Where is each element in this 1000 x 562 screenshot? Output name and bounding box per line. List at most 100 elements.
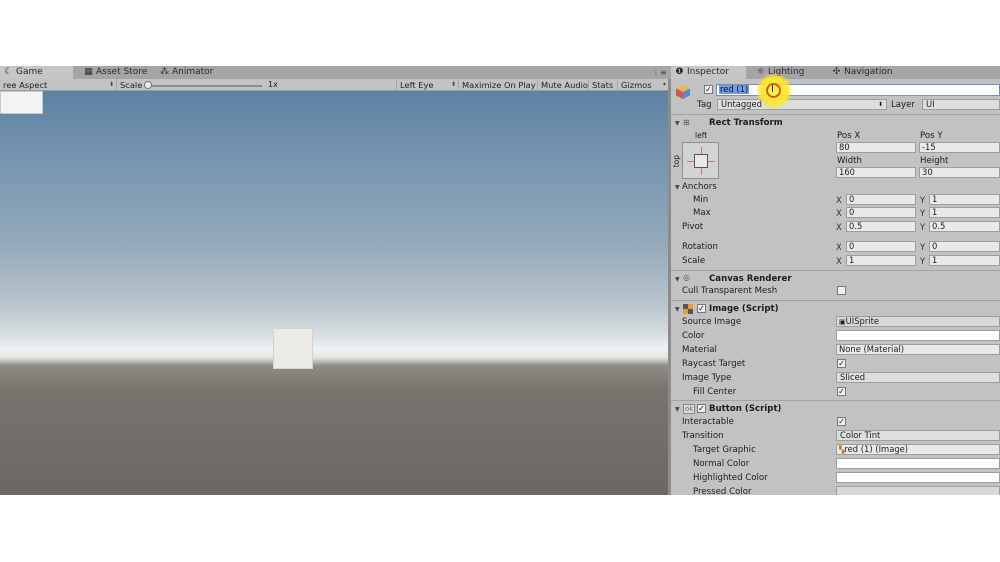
tab-game[interactable]: ☾ Game — [0, 66, 73, 79]
target-graphic-field[interactable]: ▚red (1) (Image) — [836, 444, 1000, 455]
pressed-color-field[interactable] — [836, 486, 1000, 495]
height-field[interactable]: 30 — [919, 167, 1000, 178]
height-label: Height — [920, 156, 949, 166]
pressed-color-label: Pressed Color — [693, 487, 752, 495]
normal-color-label: Normal Color — [693, 459, 750, 469]
tab-animator[interactable]: ⁂ Animator — [156, 66, 226, 79]
eye-dropdown[interactable]: Left Eye ⬍ — [396, 79, 458, 91]
interactable-label: Interactable — [682, 417, 734, 427]
scale-slider-handle[interactable] — [144, 81, 152, 89]
rotation-x-field[interactable]: 0 — [846, 241, 916, 252]
source-image-field[interactable]: ▣UISprite — [836, 316, 1000, 327]
pivot-x-axis-label: X — [836, 222, 842, 232]
scale-y-axis-label: Y — [920, 256, 926, 266]
animator-icon: ⁂ — [160, 67, 169, 77]
pos-y-label: Pos Y — [920, 131, 943, 141]
transition-label: Transition — [682, 431, 724, 441]
rotation-x-axis-label: X — [836, 242, 842, 252]
sprite-icon: ▣ — [839, 318, 846, 326]
scale-slider-track[interactable] — [148, 85, 262, 87]
layer-dropdown[interactable]: UI — [922, 99, 1000, 110]
scale-x-field[interactable]: 1 — [846, 255, 916, 266]
anchor-min-x-field[interactable]: 0 — [846, 194, 916, 205]
tab-navigation[interactable]: ✣ Navigation — [828, 66, 913, 79]
image-type-dropdown[interactable]: Sliced — [836, 372, 1000, 383]
scale-x-axis-label: X — [836, 256, 842, 266]
active-checkbox[interactable]: ✓ — [704, 85, 713, 94]
anchors-label: Anchors — [682, 182, 717, 192]
normal-color-field[interactable] — [836, 458, 1000, 469]
material-field[interactable]: None (Material) — [836, 344, 1000, 355]
highlighted-color-field[interactable] — [836, 472, 1000, 483]
text-cursor-icon: I — [771, 84, 774, 95]
foldout-arrow-icon[interactable]: ▼ — [675, 120, 680, 127]
game-toolbar: ree Aspect ⬍ Scale 1x Left Eye ⬍ Maximize … — [0, 79, 668, 91]
scale-label: Scale — [120, 80, 143, 90]
tag-dropdown[interactable]: Untagged ⬍ — [717, 99, 887, 110]
maximize-on-play-toggle[interactable]: Maximize On Play — [458, 79, 537, 91]
scale-y-field[interactable]: 1 — [929, 255, 1000, 266]
pos-x-label: Pos X — [837, 131, 861, 141]
min-x-axis-label: X — [836, 195, 842, 205]
fill-center-checkbox[interactable]: ✓ — [837, 387, 846, 396]
foldout-arrow-icon[interactable]: ▼ — [675, 406, 680, 413]
separator — [671, 114, 1000, 115]
gizmos-dropdown[interactable]: Gizmos ▾ — [617, 79, 668, 91]
anchors-foldout-icon[interactable]: ▼ — [675, 184, 680, 191]
color-field[interactable] — [836, 330, 1000, 341]
pivot-y-field[interactable]: 0.5 — [929, 221, 1000, 232]
image-component-icon — [683, 304, 693, 314]
button-enabled-checkbox[interactable]: ✓ — [697, 404, 706, 413]
aspect-dropdown[interactable]: ree Aspect ⬍ — [0, 79, 116, 91]
stats-toggle[interactable]: Stats — [588, 79, 617, 91]
canvas-renderer-title[interactable]: Canvas Renderer — [709, 274, 792, 284]
image-script-title[interactable]: Image (Script) — [709, 304, 779, 314]
separator — [671, 270, 1000, 271]
width-label: Width — [837, 156, 862, 166]
color-label: Color — [682, 331, 705, 341]
dropdown-arrow-icon: ▾ — [662, 81, 666, 88]
game-controller-icon: ☾ — [4, 67, 13, 77]
separator — [671, 300, 1000, 301]
highlighted-color-label: Highlighted Color — [693, 473, 768, 483]
raycast-target-checkbox[interactable]: ✓ — [837, 359, 846, 368]
transition-dropdown[interactable]: Color Tint — [836, 430, 1000, 441]
foldout-arrow-icon[interactable]: ▼ — [675, 276, 680, 283]
rotation-y-field[interactable]: 0 — [929, 241, 1000, 252]
image-enabled-checkbox[interactable]: ✓ — [697, 304, 706, 313]
foldout-arrow-icon[interactable]: ▼ — [675, 306, 680, 313]
pos-x-field[interactable]: 80 — [836, 142, 916, 153]
fill-center-label: Fill Center — [693, 387, 737, 397]
ui-button-object[interactable] — [273, 328, 313, 369]
source-image-label: Source Image — [682, 317, 742, 327]
pivot-label: Pivot — [682, 222, 704, 232]
interactable-checkbox[interactable]: ✓ — [837, 417, 846, 426]
anchor-max-x-field[interactable]: 0 — [846, 207, 916, 218]
game-view[interactable] — [0, 91, 668, 495]
width-field[interactable]: 160 — [836, 167, 916, 178]
inspector-panel: ✓ red (1) Tag Untagged ⬍ Layer UI ▼ ⊞ Rec… — [671, 79, 1000, 495]
max-y-axis-label: Y — [920, 208, 926, 218]
image-type-label: Image Type — [682, 373, 732, 383]
cull-transparent-mesh-label: Cull Transparent Mesh — [682, 286, 778, 296]
scale-label: Scale — [682, 256, 706, 266]
button-script-title[interactable]: Button (Script) — [709, 404, 781, 414]
material-label: Material — [682, 345, 717, 355]
dropdown-arrow-icon: ⬍ — [108, 81, 114, 88]
tab-asset-store[interactable]: ▦ Asset Store — [80, 66, 155, 79]
store-icon: ▦ — [84, 67, 93, 77]
rect-transform-title[interactable]: Rect Transform — [709, 118, 783, 128]
mute-audio-toggle[interactable]: Mute Audio — [537, 79, 588, 91]
aspect-popup[interactable] — [0, 91, 43, 114]
cull-transparent-mesh-checkbox[interactable] — [837, 286, 846, 295]
tab-inspector[interactable]: ❶ Inspector — [671, 66, 746, 79]
anchor-presets-button[interactable] — [682, 142, 719, 179]
anchor-min-y-field[interactable]: 1 — [929, 194, 1000, 205]
anchor-horizontal-label: left — [695, 131, 708, 140]
pivot-x-field[interactable]: 0.5 — [846, 221, 916, 232]
panel-menu-icon[interactable]: ⋮≡ — [652, 66, 667, 79]
rotation-y-axis-label: Y — [920, 242, 926, 252]
anchor-max-y-field[interactable]: 1 — [929, 207, 1000, 218]
max-x-axis-label: X — [836, 208, 842, 218]
pos-y-field[interactable]: -15 — [919, 142, 1000, 153]
